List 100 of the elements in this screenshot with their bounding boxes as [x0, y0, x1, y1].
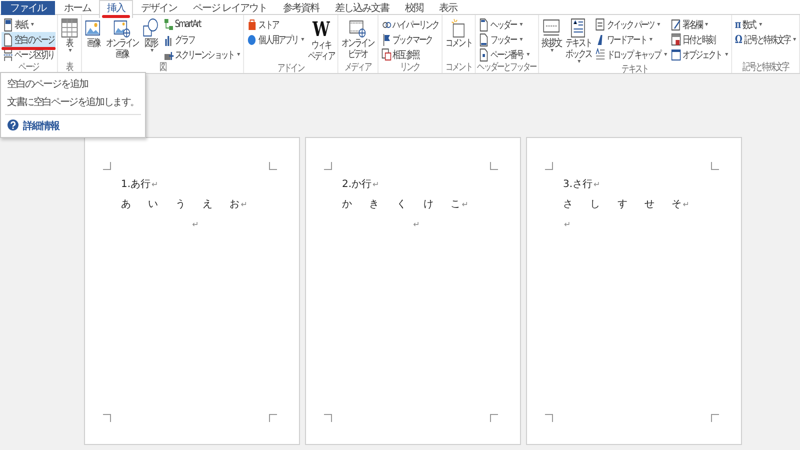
crop-mark — [711, 162, 719, 170]
crop-mark — [490, 414, 498, 422]
annotation-underline — [102, 15, 130, 18]
crop-mark — [490, 162, 498, 170]
wikipedia-logo-icon: W — [312, 18, 330, 40]
ribbon-button[interactable]: ドロップ キャップ — [594, 47, 668, 62]
ribbon-button[interactable]: π数式 — [733, 17, 798, 32]
ribbon-button[interactable]: 日付と時刻 — [669, 32, 730, 47]
ribbon-button[interactable]: ページ番号 — [477, 47, 531, 62]
ribbon-button[interactable]: コメント — [444, 17, 474, 50]
ribbon-button[interactable]: W ウィキ ペディア — [306, 17, 336, 63]
ribbon-button[interactable]: ストア — [246, 17, 306, 32]
bag-icon — [247, 18, 258, 32]
group-label: テキスト — [620, 64, 649, 74]
ribbon-button[interactable]: ハイパーリンク — [380, 17, 440, 32]
tooltip-title: 空白のページを追加 — [6, 78, 89, 92]
crop-mark — [103, 414, 111, 422]
paragraph-text: 2.か行 — [342, 178, 372, 191]
ribbon-button[interactable]: 画像 — [83, 17, 104, 50]
flag-icon — [381, 32, 392, 46]
paragraph-text: か き く け こ — [342, 198, 461, 211]
tab[interactable]: デザイン — [133, 0, 185, 18]
tab[interactable]: ホーム — [56, 0, 99, 18]
paragraph-text: あ い う え お — [121, 198, 240, 211]
caret-icon — [657, 23, 660, 26]
group-label: 記号と特殊文字 — [742, 62, 790, 73]
annotation-underline — [2, 47, 56, 50]
tab[interactable]: 表示 — [431, 0, 466, 18]
ribbon-button[interactable]: テキスト ボックス — [564, 17, 594, 64]
symbol-icon: π — [734, 18, 742, 31]
ribbon-button[interactable]: SmartArt — [162, 17, 242, 32]
ribbon-button[interactable]: オンライン 画像 — [104, 17, 140, 61]
document-icon — [3, 18, 14, 32]
greeting-icon — [543, 18, 560, 38]
comment-icon — [450, 18, 468, 38]
paragraph-mark: ↵ — [413, 220, 420, 228]
ribbon-button[interactable]: 挨拶文 — [540, 17, 563, 53]
crop-mark — [324, 162, 332, 170]
paragraph-mark: ↵ — [462, 200, 468, 208]
ribbon-button[interactable]: ページ区切り — [2, 47, 56, 62]
group-label: ヘッダーとフッター — [477, 62, 536, 73]
wordart-icon — [595, 32, 606, 46]
caret-icon — [793, 38, 796, 41]
header-icon — [478, 18, 489, 32]
caret-icon — [550, 49, 554, 52]
group-label: 図 — [158, 62, 168, 73]
file-tab[interactable]: ファイル — [0, 0, 56, 18]
caret-icon — [705, 23, 708, 26]
caret-icon — [649, 38, 652, 41]
ribbon-button[interactable]: Ω記号と特殊文字 — [733, 32, 798, 47]
more-info-link[interactable]: 詳細情報 — [23, 119, 59, 133]
caret-icon — [30, 23, 34, 26]
shapes-icon — [142, 18, 160, 38]
ribbon-button[interactable]: ヘッダー — [477, 17, 531, 32]
diagram-icon — [163, 18, 174, 32]
tab[interactable]: 差し込み文書 — [327, 0, 398, 18]
ribbon-button[interactable]: オンライン ビデオ — [340, 17, 376, 61]
caret-icon — [301, 38, 304, 41]
crop-mark — [103, 162, 111, 170]
ribbon-button[interactable]: オブジェクト — [669, 47, 730, 62]
ribbon-button[interactable]: フッター — [477, 32, 531, 47]
ribbon-button[interactable]: スクリーンショット — [162, 47, 242, 62]
caret-icon — [758, 23, 762, 26]
ribbon-button[interactable]: ブックマーク — [380, 32, 440, 47]
footer-icon — [478, 32, 489, 46]
quick-parts-icon — [595, 18, 606, 32]
ribbon-button[interactable]: グラフ — [162, 32, 242, 47]
picture-globe-icon — [114, 18, 131, 38]
tab[interactable]: 校閲 — [397, 0, 432, 18]
ribbon-button[interactable]: 署名欄 — [669, 17, 730, 32]
caret-icon — [664, 53, 667, 56]
ribbon-button[interactable]: ワードアート — [594, 32, 668, 47]
group-label: アドイン — [276, 63, 306, 74]
app-icon — [247, 32, 258, 46]
paragraph-text: さ し す せ そ — [563, 198, 682, 211]
crop-mark — [711, 414, 719, 422]
picture-icon — [84, 18, 102, 38]
group-label: コメント — [444, 62, 473, 73]
tab[interactable]: ページ レイアウト — [185, 0, 276, 18]
ribbon-button[interactable]: 個人用アプリ — [246, 32, 306, 47]
ribbon-button[interactable]: 表 — [59, 17, 80, 53]
tab[interactable]: 参考資料 — [275, 0, 328, 18]
group-label: 表 — [65, 62, 74, 73]
tab[interactable]: 挿入 — [99, 0, 133, 18]
paragraph-mark: ↵ — [682, 200, 690, 208]
table-icon — [61, 18, 78, 38]
help-icon — [7, 119, 20, 133]
ribbon-button[interactable]: 表紙 — [2, 17, 56, 32]
crop-mark — [545, 414, 553, 422]
ribbon-button[interactable]: 図形 — [140, 17, 161, 53]
paragraph-mark: ↵ — [372, 180, 380, 188]
ribbon-button[interactable]: クイック パーツ — [594, 17, 668, 32]
ribbon-button[interactable]: 相互参照 — [380, 47, 440, 62]
caret-icon — [526, 53, 530, 56]
ribbon-button[interactable]: 空白のページ — [2, 32, 56, 47]
object-icon — [670, 48, 681, 62]
crop-mark — [545, 162, 553, 170]
page-number-icon — [478, 48, 489, 62]
caret-icon — [578, 60, 581, 63]
group-label: ページ — [18, 62, 40, 73]
